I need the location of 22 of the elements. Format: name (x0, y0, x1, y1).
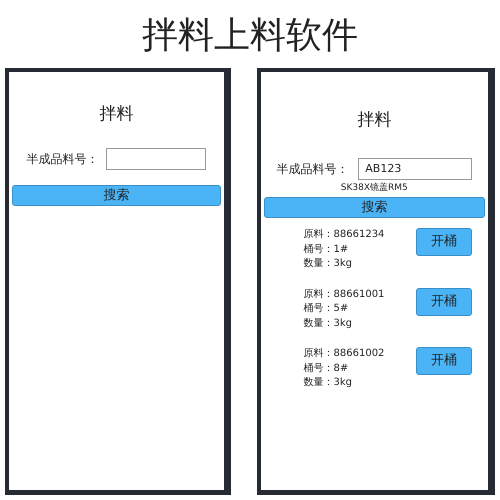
material-info: 桶号：8# (304, 362, 350, 376)
material-info: 数量：3kg (304, 316, 354, 330)
app-title: 拌料上料软件 (141, 18, 359, 54)
open-bucket-button[interactable]: 开桶 (416, 228, 472, 256)
open-bucket-button[interactable]: 开桶 (416, 347, 472, 375)
part-number-field[interactable]: AB123 (358, 158, 472, 180)
screen-heading: 拌料 (98, 103, 134, 126)
material-info: 原料：88661234 (304, 228, 384, 242)
screen-heading: 拌料 (356, 109, 392, 132)
product-hint: SK38X镜盖RM5 (340, 182, 409, 194)
part-number-field[interactable] (106, 148, 206, 170)
material-info: 数量：3kg (304, 376, 354, 390)
material-info: 数量：3kg (304, 257, 354, 271)
field-label: 半成品料号： (276, 160, 348, 178)
field-label: 半成品料号： (26, 150, 98, 168)
search-button[interactable]: 搜索 (12, 184, 221, 206)
material-info: 原料：88661002 (304, 347, 384, 361)
search-button[interactable]: 搜索 (264, 197, 485, 218)
open-bucket-button[interactable]: 开桶 (416, 288, 472, 316)
material-info: 桶号：5# (304, 302, 350, 316)
material-info: 原料：88661001 (304, 288, 384, 302)
material-info: 桶号：1# (304, 242, 350, 256)
